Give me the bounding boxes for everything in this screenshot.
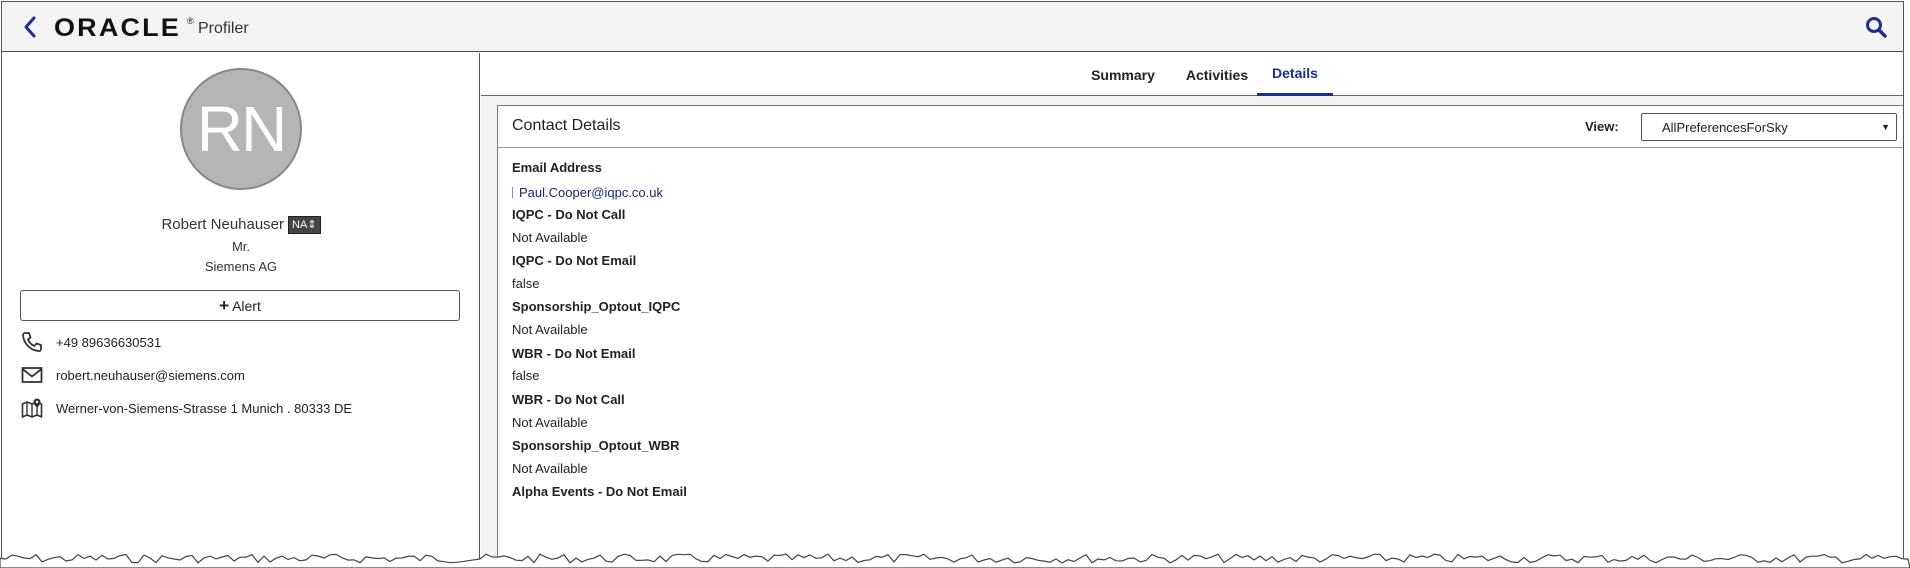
tab-summary[interactable]: Summary — [1081, 53, 1165, 96]
text-cursor — [512, 187, 513, 198]
view-selected-value: AllPreferencesForSky — [1662, 119, 1788, 135]
badge-label: NA — [292, 219, 308, 232]
field-value: false — [512, 276, 540, 291]
field-label: IQPC - Do Not Email — [512, 253, 637, 268]
back-button[interactable] — [20, 15, 40, 39]
profile-name: Robert Neuhauser — [161, 216, 285, 233]
address-row[interactable]: Werner-von-Siemens-Strasse 1 Munich . 80… — [20, 396, 352, 420]
field-label: WBR - Do Not Call — [512, 392, 625, 407]
field-label: Alpha Events - Do Not Email — [512, 484, 687, 499]
field-value[interactable]: Paul.Cooper@iqpc.co.uk — [519, 185, 663, 200]
card-title: Contact Details — [512, 117, 621, 134]
profile-panel: RN Robert Neuhauser NA⇕ Mr. Siemens AG + … — [2, 53, 480, 566]
email-address: robert.neuhauser@siemens.com — [56, 367, 245, 383]
profile-name-row: Robert Neuhauser NA⇕ — [2, 216, 480, 235]
phone-icon — [20, 330, 44, 354]
field-value: false — [512, 368, 540, 383]
profile-title: Mr. — [231, 239, 251, 254]
app-header: ORACLE ® Profiler — [2, 2, 1903, 52]
field-label: WBR - Do Not Email — [512, 346, 636, 361]
logo-registered-mark: ® — [187, 16, 194, 26]
alert-button-label: Alert — [232, 297, 261, 314]
envelope-icon — [20, 363, 44, 387]
profile-company: Siemens AG — [204, 259, 278, 274]
contact-details-card: Contact Details View: AllPreferencesForS… — [497, 105, 1903, 566]
map-icon — [20, 396, 44, 420]
postal-address: Werner-von-Siemens-Strasse 1 Munich . 80… — [56, 400, 352, 416]
field-value: Not Available — [512, 322, 588, 337]
field-label: Sponsorship_Optout_WBR — [512, 438, 680, 453]
search-icon — [1866, 17, 1887, 38]
field-value: Not Available — [512, 415, 588, 430]
email-row[interactable]: robert.neuhauser@siemens.com — [20, 363, 245, 387]
field-value: Not Available — [512, 230, 588, 245]
caret-down-icon: ▼ — [1881, 122, 1890, 132]
tab-activities[interactable]: Activities — [1171, 53, 1263, 96]
app-window: ORACLE ® Profiler RN Robert Neuhauser NA⇕… — [1, 1, 1904, 567]
view-select[interactable]: AllPreferencesForSky ▼ — [1641, 113, 1897, 141]
field-label: IQPC - Do Not Call — [512, 207, 626, 222]
field-value: Not Available — [512, 461, 588, 476]
details-panel: Summary Activities Details Contact Detai… — [481, 53, 1903, 566]
phone-number: +49 89636630531 — [56, 334, 162, 350]
status-badge[interactable]: NA⇕ — [288, 216, 321, 235]
app-name: Profiler — [198, 20, 249, 37]
field-label: Sponsorship_Optout_IQPC — [512, 299, 681, 314]
phone-row[interactable]: +49 89636630531 — [20, 330, 161, 354]
oracle-logo: ORACLE — [54, 14, 181, 42]
tab-bar: Summary Activities Details — [481, 53, 1903, 96]
add-alert-button[interactable]: + Alert — [20, 290, 460, 321]
plus-icon: + — [219, 295, 230, 315]
field-label: Email Address — [512, 160, 602, 175]
torn-edge-decoration — [0, 553, 1910, 568]
view-label: View: — [1585, 119, 1619, 134]
card-header: Contact Details View: AllPreferencesForS… — [498, 106, 1903, 148]
search-button[interactable] — [1863, 14, 1889, 40]
chevron-left-icon — [24, 16, 36, 38]
avatar: RN — [180, 68, 302, 190]
tab-details[interactable]: Details — [1257, 53, 1333, 96]
